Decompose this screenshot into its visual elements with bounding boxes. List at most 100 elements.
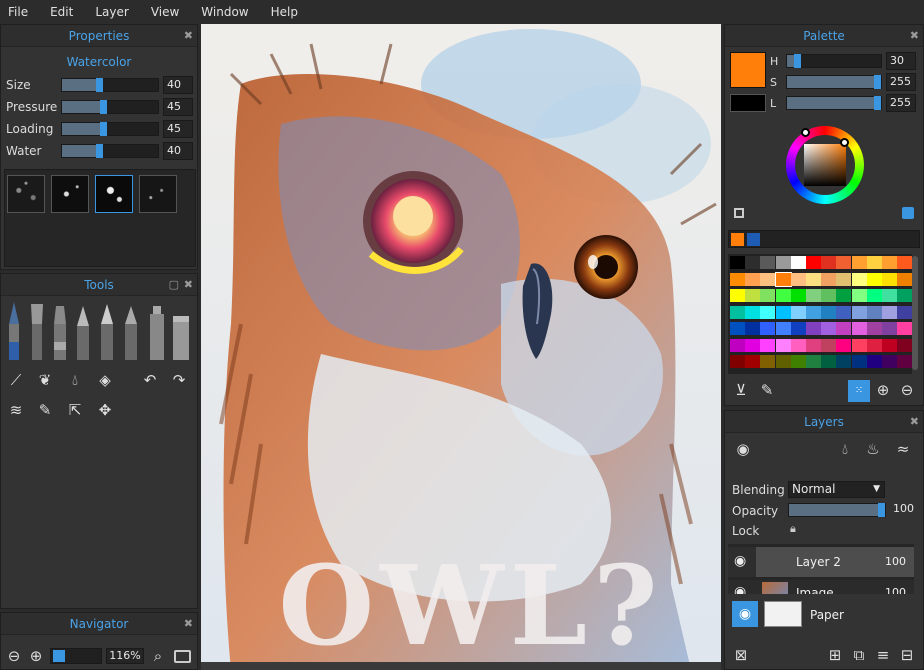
- color-swatch[interactable]: [882, 305, 897, 319]
- color-swatch[interactable]: [790, 256, 806, 269]
- color-swatch[interactable]: [897, 272, 913, 286]
- hue-slider[interactable]: [786, 54, 882, 68]
- zoom-in-icon[interactable]: ⊕: [26, 646, 46, 666]
- flat-brush-tool[interactable]: [28, 302, 46, 360]
- brush-texture-2[interactable]: [51, 175, 89, 213]
- color-swatch[interactable]: [851, 322, 867, 335]
- color-swatch[interactable]: [821, 338, 837, 352]
- paper-row[interactable]: ◉ Paper: [728, 598, 914, 632]
- color-swatch[interactable]: [745, 305, 761, 319]
- eye-icon[interactable]: ◉: [734, 584, 746, 594]
- color-swatch[interactable]: [760, 355, 776, 368]
- color-swatch[interactable]: [866, 256, 882, 269]
- color-swatch[interactable]: [760, 289, 776, 302]
- saturation-slider[interactable]: [786, 75, 882, 89]
- recent-color-1[interactable]: [731, 233, 744, 246]
- undo-icon[interactable]: ↶: [140, 370, 160, 390]
- color-swatch[interactable]: [897, 289, 913, 302]
- color-swatch[interactable]: [836, 272, 852, 286]
- close-icon[interactable]: ✖: [184, 25, 193, 47]
- layer-row[interactable]: ◉ Image 100: [728, 580, 914, 594]
- color-swatch[interactable]: [821, 322, 837, 335]
- color-swatch[interactable]: [851, 355, 867, 368]
- brush-texture-1[interactable]: [7, 175, 45, 213]
- color-swatch[interactable]: [882, 322, 897, 335]
- color-swatch[interactable]: [866, 272, 882, 286]
- menu-file[interactable]: File: [8, 5, 28, 19]
- layer-row[interactable]: ◉ Layer 2 100: [728, 547, 914, 577]
- color-swatch[interactable]: [821, 355, 837, 368]
- marker-tool[interactable]: [51, 302, 69, 360]
- color-swatch[interactable]: [866, 289, 882, 302]
- color-swatch[interactable]: [851, 256, 867, 269]
- color-swatch[interactable]: [745, 256, 761, 269]
- color-swatch[interactable]: [806, 256, 821, 269]
- color-swatch[interactable]: [836, 322, 852, 335]
- color-swatch[interactable]: [790, 305, 806, 319]
- delete-layer-icon[interactable]: ⊠: [730, 646, 752, 666]
- loading-value[interactable]: 45: [163, 120, 193, 138]
- add-layer-icon[interactable]: ⊞: [824, 646, 846, 666]
- size-value[interactable]: 40: [163, 76, 193, 94]
- color-swatch[interactable]: [775, 322, 791, 335]
- merge-layer-icon[interactable]: ≡: [872, 646, 894, 666]
- color-swatch[interactable]: [790, 289, 806, 302]
- color-mode-toggle[interactable]: [902, 207, 914, 219]
- remove-swatch-icon[interactable]: ⊖: [896, 381, 918, 401]
- color-swatch[interactable]: [730, 355, 745, 368]
- color-swatch[interactable]: [851, 338, 867, 352]
- color-swatch[interactable]: [730, 305, 745, 319]
- water-drop-icon[interactable]: 💧︎: [65, 370, 85, 390]
- color-swatch[interactable]: [730, 272, 745, 286]
- menu-layer[interactable]: Layer: [95, 5, 128, 19]
- close-icon[interactable]: ✖: [184, 613, 193, 635]
- grid-view-button[interactable]: ⁙: [848, 380, 870, 402]
- brush-texture-4[interactable]: [139, 175, 177, 213]
- menu-help[interactable]: Help: [271, 5, 298, 19]
- lock-icon[interactable]: 🔒︎: [790, 522, 796, 536]
- color-swatch[interactable]: [730, 338, 745, 352]
- close-icon[interactable]: ✖: [184, 274, 193, 296]
- color-swatch[interactable]: [775, 355, 791, 368]
- color-swatch[interactable]: [806, 289, 821, 302]
- leaf-blend-icon[interactable]: ❦: [35, 370, 55, 390]
- color-swatch[interactable]: [730, 256, 745, 269]
- redo-icon[interactable]: ↷: [169, 370, 189, 390]
- color-swatch[interactable]: [730, 322, 745, 335]
- color-swatch[interactable]: [897, 305, 913, 319]
- color-swatch[interactable]: [745, 272, 761, 286]
- eyedropper-icon[interactable]: ✎: [35, 400, 55, 420]
- zoom-out-icon[interactable]: ⊖: [4, 646, 24, 666]
- ink-pen-tool[interactable]: [98, 302, 116, 360]
- fit-screen-icon[interactable]: [174, 650, 191, 663]
- brush-texture-3[interactable]: [95, 175, 133, 213]
- shade-marker[interactable]: [840, 138, 849, 147]
- pressure-value[interactable]: 45: [163, 98, 193, 116]
- color-swatch[interactable]: [866, 322, 882, 335]
- small-square-icon[interactable]: [734, 208, 744, 218]
- clear-layer-icon[interactable]: ⊟: [896, 646, 918, 666]
- layer-opacity-slider[interactable]: [788, 503, 886, 517]
- color-swatch[interactable]: [821, 305, 837, 319]
- canvas-area[interactable]: OWL?: [201, 24, 721, 670]
- paper-eye-button[interactable]: ◉: [732, 601, 758, 627]
- watercolor-brush-tool[interactable]: [5, 302, 23, 360]
- fill-icon[interactable]: ⇱: [65, 400, 85, 420]
- color-swatch[interactable]: [774, 271, 792, 287]
- color-swatch[interactable]: [760, 338, 776, 352]
- blending-select[interactable]: Normal ▼: [788, 481, 885, 498]
- eye-icon[interactable]: ◉: [734, 553, 746, 569]
- wet-layer-icon[interactable]: 💧︎: [834, 440, 856, 460]
- color-swatch[interactable]: [760, 322, 776, 335]
- color-swatch[interactable]: [836, 289, 852, 302]
- swatch-scrollbar[interactable]: [912, 256, 918, 370]
- color-swatch[interactable]: [897, 355, 913, 368]
- color-swatch[interactable]: [836, 305, 852, 319]
- zoom-value[interactable]: 116%: [106, 648, 144, 664]
- color-swatch[interactable]: [882, 256, 897, 269]
- water-slider[interactable]: [61, 144, 159, 158]
- color-swatch[interactable]: [821, 256, 837, 269]
- color-swatch[interactable]: [745, 355, 761, 368]
- layer-visibility-settings-icon[interactable]: ◉: [732, 440, 754, 460]
- add-swatch-icon[interactable]: ⊕: [872, 381, 894, 401]
